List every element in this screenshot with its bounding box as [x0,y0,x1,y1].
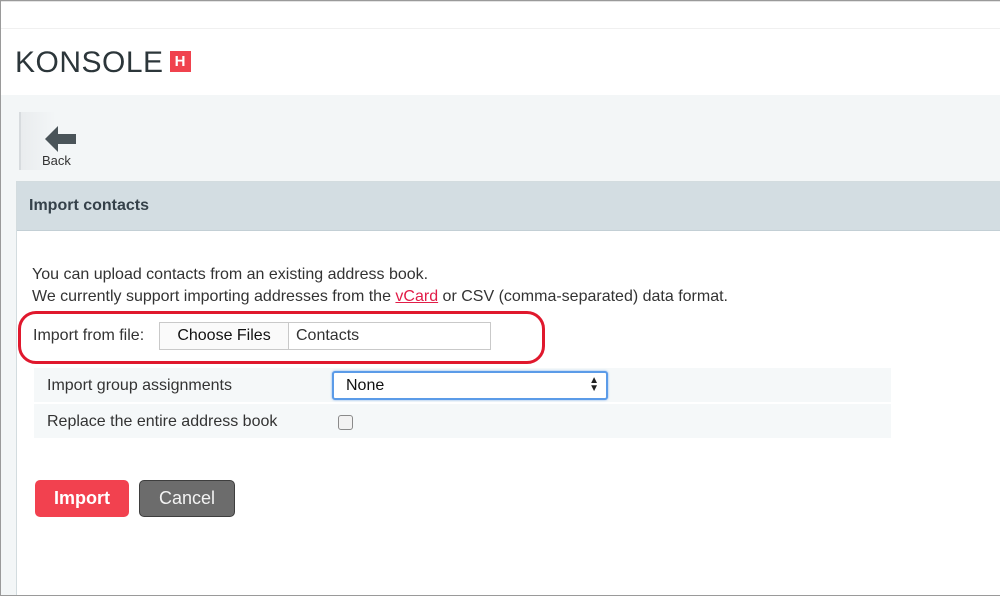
replace-address-book-label: Replace the entire address book [47,413,278,430]
group-assignments-select[interactable]: None ▲ ▼ [332,371,608,400]
import-file-label: Import from file: [33,327,145,344]
option-row-replace-address-book: Replace the entire address book [34,404,891,439]
select-arrows-icon: ▲ ▼ [589,375,599,394]
import-contacts-panel: Import contacts You can upload contacts … [16,181,1000,595]
intro-line-2: We currently support importing addresses… [32,286,728,308]
panel-title: Import contacts [17,182,1000,231]
logo-badge: H [169,50,191,72]
back-button[interactable]: Back [19,112,79,170]
vcard-link[interactable]: vCard [395,288,438,305]
options-table: Import group assignments None ▲ ▼ Replace… [34,368,891,439]
selected-file-name: Contacts [296,327,360,344]
group-assignments-label: Import group assignments [47,377,232,394]
import-button[interactable]: Import [35,480,129,517]
arrow-left-icon [45,126,76,152]
top-divider [1,28,1000,29]
group-assignments-value: None [346,377,385,394]
logo: KONSOLE H [15,46,191,80]
intro-line-2-pre: We currently support importing addresses… [32,288,396,305]
cancel-button[interactable]: Cancel [139,480,235,517]
top-bar: KONSOLE H [1,1,1000,95]
file-input[interactable]: Choose Files Contacts [159,322,491,350]
logo-text: KONSOLE [15,46,164,79]
app-window: KONSOLE H Back Import contacts You can u… [0,0,1000,596]
replace-address-book-checkbox[interactable] [338,415,353,430]
intro-line-1: You can upload contacts from an existing… [32,266,429,283]
intro-line-2-post: or CSV (comma-separated) data format. [438,288,728,305]
choose-files-button[interactable]: Choose Files [160,323,289,349]
option-row-group-assignments: Import group assignments None ▲ ▼ [34,368,891,403]
back-label: Back [42,153,71,168]
intro-text: You can upload contacts from an existing… [32,264,728,308]
